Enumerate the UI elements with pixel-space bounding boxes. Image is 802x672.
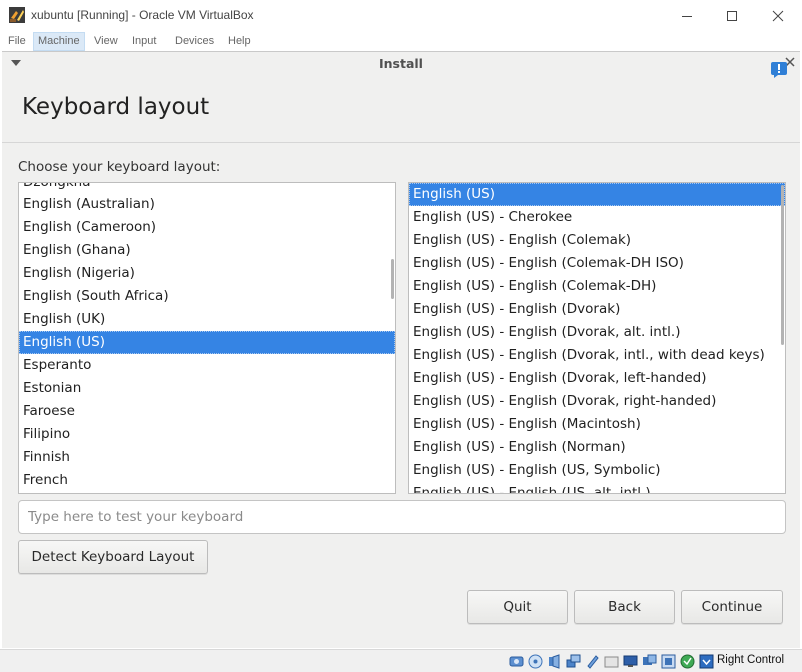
close-button[interactable] <box>755 0 801 31</box>
page-title: Keyboard layout <box>22 94 210 120</box>
layout-item-selected[interactable]: English (US) <box>19 331 395 354</box>
layout-item[interactable]: Filipino <box>19 423 395 446</box>
menu-bar: File Machine View Input Devices Help <box>0 31 802 51</box>
notification-icon[interactable] <box>770 61 788 79</box>
variant-item[interactable]: English (US) - English (Colemak-DH) <box>409 275 785 298</box>
host-key-label: Right Control <box>717 654 785 666</box>
status-bar: Right Control <box>0 649 802 672</box>
guest-screen: Install Keyboard layout Choose your keyb… <box>2 51 800 648</box>
layout-item[interactable]: English (Ghana) <box>19 239 395 262</box>
variant-item[interactable]: English (US) - English (Colemak) <box>409 229 785 252</box>
layout-item[interactable]: French <box>19 469 395 492</box>
window-title: xubuntu [Running] - Oracle VM VirtualBox <box>31 8 254 22</box>
variant-item[interactable]: English (US) - English (US, alt. intl.) <box>409 482 785 493</box>
layout-item[interactable]: English (South Africa) <box>19 285 395 308</box>
detect-layout-button[interactable]: Detect Keyboard Layout <box>18 540 208 574</box>
variant-item[interactable]: English (US) - English (Colemak-DH ISO) <box>409 252 785 275</box>
usb-icon[interactable] <box>585 654 600 669</box>
menu-input[interactable]: Input <box>128 32 160 51</box>
variant-item[interactable]: English (US) - Cherokee <box>409 206 785 229</box>
layout-item[interactable]: Finnish <box>19 446 395 469</box>
layout-list[interactable]: Dzongkha English (Australian) English (C… <box>18 182 396 494</box>
menu-help[interactable]: Help <box>224 32 255 51</box>
display-icon[interactable] <box>623 654 638 669</box>
variant-list[interactable]: English (US) English (US) - Cherokee Eng… <box>408 182 786 494</box>
installer-window-title: Install <box>379 56 423 71</box>
variant-item[interactable]: English (US) - English (US, Symbolic) <box>409 459 785 482</box>
shared-folders-icon[interactable] <box>604 654 619 669</box>
layout-item[interactable]: English (Nigeria) <box>19 262 395 285</box>
minimize-button[interactable] <box>664 0 710 31</box>
virtualbox-icon <box>9 7 25 23</box>
keyboard-test-input[interactable] <box>18 500 786 534</box>
keyboard-capture-icon[interactable] <box>699 654 714 669</box>
layout-item[interactable]: English (Cameroon) <box>19 216 395 239</box>
network-icon[interactable] <box>566 654 581 669</box>
guest-additions-icon[interactable] <box>661 654 676 669</box>
recording-icon[interactable] <box>642 654 657 669</box>
continue-button[interactable]: Continue <box>681 590 783 624</box>
menu-machine[interactable]: Machine <box>33 32 85 51</box>
optical-drive-icon[interactable] <box>528 654 543 669</box>
menu-file[interactable]: File <box>4 32 30 51</box>
layout-item[interactable]: Esperanto <box>19 354 395 377</box>
variant-item[interactable]: English (US) - English (Dvorak, left-han… <box>409 367 785 390</box>
installer-header: Install Keyboard layout <box>2 52 800 142</box>
quit-button[interactable]: Quit <box>467 590 568 624</box>
maximize-button[interactable] <box>709 0 755 31</box>
audio-icon[interactable] <box>547 654 562 669</box>
mouse-integration-icon[interactable] <box>680 654 695 669</box>
layout-scrollbar[interactable] <box>391 259 394 299</box>
window-titlebar: xubuntu [Running] - Oracle VM VirtualBox <box>0 0 802 31</box>
close-icon <box>772 10 784 21</box>
back-button[interactable]: Back <box>574 590 675 624</box>
header-divider <box>2 142 800 143</box>
layout-prompt: Choose your keyboard layout: <box>18 159 221 175</box>
menu-view[interactable]: View <box>90 32 122 51</box>
variant-scrollbar[interactable] <box>781 185 784 345</box>
variant-item-selected[interactable]: English (US) <box>409 183 785 206</box>
layout-item[interactable]: Faroese <box>19 400 395 423</box>
menu-devices[interactable]: Devices <box>171 32 218 51</box>
variant-item[interactable]: English (US) - English (Dvorak, intl., w… <box>409 344 785 367</box>
variant-item[interactable]: English (US) - English (Dvorak) <box>409 298 785 321</box>
variant-item[interactable]: English (US) - English (Macintosh) <box>409 413 785 436</box>
variant-item[interactable]: English (US) - English (Norman) <box>409 436 785 459</box>
layout-item[interactable]: English (UK) <box>19 308 395 331</box>
variant-item[interactable]: English (US) - English (Dvorak, right-ha… <box>409 390 785 413</box>
minimize-icon <box>682 15 692 17</box>
variant-item[interactable]: English (US) - English (Dvorak, alt. int… <box>409 321 785 344</box>
layout-item[interactable]: Estonian <box>19 377 395 400</box>
maximize-icon <box>727 10 737 21</box>
layout-item[interactable]: English (Australian) <box>19 193 395 216</box>
hard-disk-icon[interactable] <box>509 654 524 669</box>
